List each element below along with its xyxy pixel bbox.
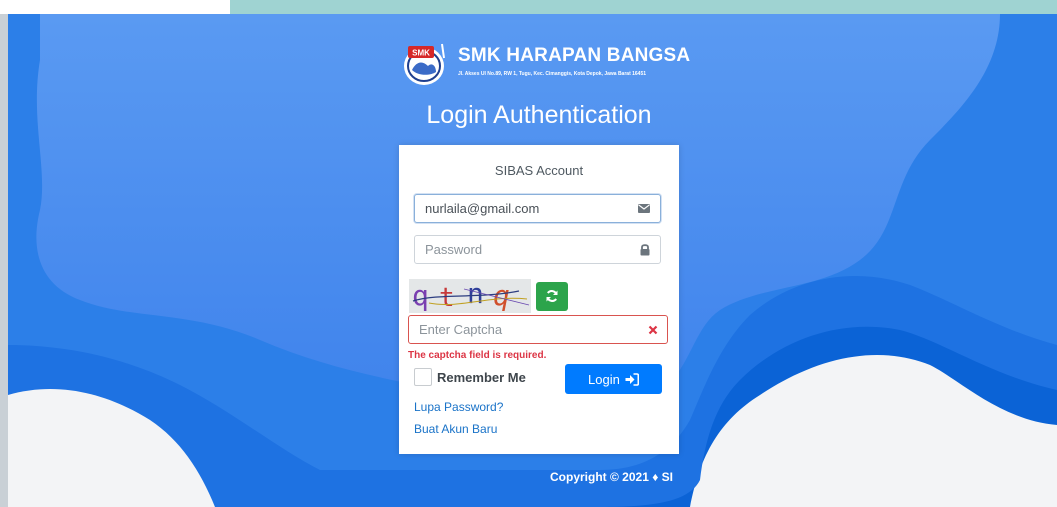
refresh-icon [546,290,558,302]
captcha-input[interactable] [419,316,619,343]
captcha-refresh-button[interactable] [536,282,568,311]
register-link[interactable]: Buat Akun Baru [414,422,497,436]
copyright-text: Copyright © 2021 ♦ SI [550,470,673,484]
envelope-icon [638,204,650,213]
captcha-field[interactable] [408,315,668,344]
school-brand: SMK SMK HARAPAN BANGSA Jl. Akses UI No.8… [400,40,690,94]
forgot-password-link[interactable]: Lupa Password? [414,400,503,414]
svg-text:n: n [467,279,484,310]
remember-me[interactable]: Remember Me [414,368,574,388]
email-field[interactable] [414,194,661,223]
password-field[interactable] [414,235,661,264]
login-button[interactable]: Login [565,364,662,394]
remember-checkbox[interactable] [414,368,432,386]
school-logo: SMK [404,43,445,85]
svg-text:q: q [493,279,510,312]
svg-text:q: q [412,279,429,312]
login-card: SIBAS Account q t n q [399,145,679,454]
email-input[interactable] [425,195,625,222]
password-input[interactable] [425,236,625,263]
login-button-label: Login [588,372,620,387]
login-page: SMK SMK HARAPAN BANGSA Jl. Akses UI No.8… [0,0,1057,507]
card-title: SIBAS Account [494,163,584,178]
school-address: Jl. Akses UI No.89, RW 1, Tugu, Kec. Cim… [458,71,647,77]
svg-text:SMK: SMK [412,49,430,58]
times-icon [648,325,658,335]
page-title: Login Authentication [426,101,652,129]
captcha-error-message: The captcha field is required. [408,350,547,361]
remember-label: Remember Me [437,370,526,385]
svg-text:t: t [439,283,455,313]
lock-icon [640,244,650,256]
captcha-image: q t n q [409,279,531,313]
school-name: SMK HARAPAN BANGSA [458,45,691,66]
sign-in-icon [625,373,639,386]
